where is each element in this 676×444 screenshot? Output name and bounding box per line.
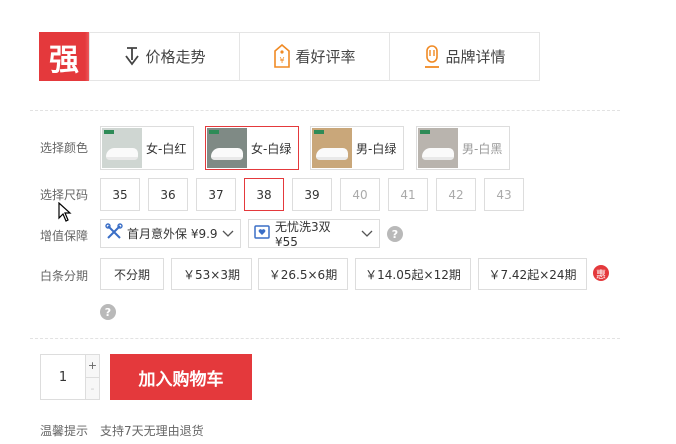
size-row-label: 选择尺码 — [40, 188, 89, 202]
color-option-label: 女-白红 — [146, 141, 187, 156]
heart-shield-icon — [253, 223, 271, 244]
size-option-35[interactable]: 35 — [100, 178, 140, 211]
tab-brand-detail-label: 品牌详情 — [445, 48, 506, 66]
color-option-label: 男-白绿 — [356, 141, 397, 156]
info-tab-strip: 价格走势 ¥ 看好评率 品牌详情 — [89, 32, 540, 81]
installment-none[interactable]: 不分期 — [100, 258, 164, 290]
color-option-male-white-black[interactable]: 男-白黑 — [416, 126, 511, 170]
quantity-buttons: + - — [85, 355, 99, 399]
service-help-icon[interactable]: ? — [387, 226, 403, 242]
section-divider — [30, 338, 620, 339]
installment-row-label: 白条分期 — [40, 269, 89, 283]
section-divider — [30, 110, 620, 111]
tip-label: 温馨提示 — [40, 424, 89, 438]
service-label: 无忧洗3双 ¥55 — [275, 220, 331, 249]
mouse-cursor-icon — [58, 201, 72, 225]
size-option-41[interactable]: 41 — [388, 178, 428, 211]
size-option-43[interactable]: 43 — [484, 178, 524, 211]
promo-badge-label: 强 — [49, 42, 79, 78]
tab-review-rate[interactable]: ¥ 看好评率 — [240, 33, 390, 80]
svg-text:¥: ¥ — [280, 56, 285, 65]
color-option-female-white-red[interactable]: 女-白红 — [100, 126, 195, 170]
color-thumbnail — [418, 128, 458, 168]
quantity-decrease-button[interactable]: - — [86, 376, 99, 399]
review-tag-icon: ¥ — [273, 43, 291, 70]
add-to-cart-button[interactable]: 加入购物车 — [110, 354, 252, 400]
price-trend-icon — [123, 46, 141, 68]
installment-24-period[interactable]: ￥7.42起×24期 — [478, 258, 587, 290]
quantity-input[interactable] — [41, 355, 85, 399]
installment-6-period[interactable]: ￥26.5×6期 — [258, 258, 348, 290]
brand-icon — [423, 44, 441, 70]
color-option-label: 女-白绿 — [251, 141, 292, 156]
color-option-label: 男-白黑 — [462, 141, 503, 156]
service-label: 首月意外保 ¥9.9 — [127, 227, 218, 241]
tools-icon — [105, 223, 123, 244]
service-accident-insurance[interactable]: 首月意外保 ¥9.9 — [100, 219, 241, 248]
installment-12-period[interactable]: ￥14.05起×12期 — [355, 258, 471, 290]
service-wash-package[interactable]: 无忧洗3双 ¥55 — [248, 219, 380, 249]
promo-badge: 强 — [39, 32, 89, 81]
size-option-39[interactable]: 39 — [292, 178, 332, 211]
size-option-37[interactable]: 37 — [196, 178, 236, 211]
installment-help-icon[interactable]: ? — [100, 304, 116, 320]
tip-text: 支持7天无理由退货 — [100, 424, 204, 438]
size-option-40[interactable]: 40 — [340, 178, 380, 211]
color-row-label: 选择颜色 — [40, 141, 89, 155]
chevron-down-icon — [222, 227, 234, 241]
size-option-42[interactable]: 42 — [436, 178, 476, 211]
color-thumbnail — [207, 128, 247, 168]
tab-price-trend-label: 价格走势 — [145, 48, 206, 66]
size-option-38[interactable]: 38 — [244, 178, 284, 211]
color-option-female-white-green[interactable]: 女-白绿 — [205, 126, 300, 170]
quantity-increase-button[interactable]: + — [86, 355, 99, 377]
tab-brand-detail[interactable]: 品牌详情 — [390, 33, 539, 80]
service-row-label: 增值保障 — [40, 229, 89, 243]
installment-3-period[interactable]: ￥53×3期 — [171, 258, 252, 290]
color-thumbnail — [312, 128, 352, 168]
size-option-36[interactable]: 36 — [148, 178, 188, 211]
tab-price-trend[interactable]: 价格走势 — [90, 33, 240, 80]
color-option-male-white-green[interactable]: 男-白绿 — [310, 126, 405, 170]
tab-review-rate-label: 看好评率 — [295, 48, 356, 66]
quantity-stepper: + - — [40, 354, 100, 400]
color-thumbnail — [102, 128, 142, 168]
chevron-down-icon — [361, 227, 373, 241]
discount-badge-icon: 惠 — [593, 265, 609, 281]
